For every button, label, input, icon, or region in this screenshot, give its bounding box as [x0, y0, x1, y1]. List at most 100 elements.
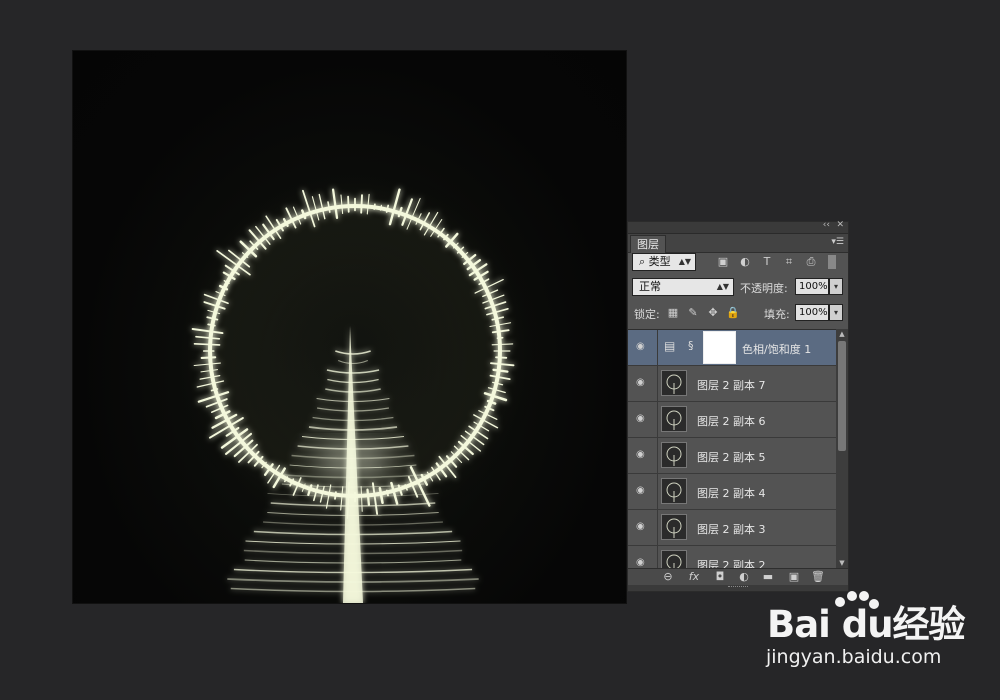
scroll-down-icon[interactable]: ▼ [836, 558, 848, 568]
close-panel-icon[interactable]: ✕ [836, 220, 844, 230]
panel-title-bar[interactable]: ‹‹ ✕ [628, 220, 848, 234]
ring-spike [360, 194, 363, 214]
layer-name: 图层 2 副本 5 [697, 451, 766, 464]
opacity-label: 不透明度: [740, 282, 788, 295]
opacity-slider-button[interactable]: ▾ [829, 278, 843, 295]
lock-transparent-icon[interactable]: ▦ [666, 306, 680, 319]
lock-label: 锁定: [634, 308, 660, 321]
collapse-panel-icon[interactable]: ‹‹ [823, 220, 830, 230]
chevron-updown-icon: ▲▼ [716, 282, 729, 291]
ring-spike [347, 195, 350, 213]
layer-row[interactable]: ◉ 图层 2 副本 4 [628, 474, 836, 510]
adjustment-filter-icon[interactable]: ◐ [738, 255, 752, 269]
lock-position-icon[interactable]: ✥ [706, 306, 720, 319]
thumbnail-ring-preview [666, 446, 682, 466]
visibility-eye-icon[interactable]: ◉ [636, 377, 645, 388]
layer-thumbnail [661, 406, 687, 432]
layer-name: 色相/饱和度 1 [742, 343, 812, 356]
thumbnail-ring-preview [666, 482, 682, 502]
layer-divider [657, 546, 658, 569]
ring-spike [207, 323, 216, 327]
type-filter-icon[interactable]: T [760, 255, 774, 269]
pixel-filter-icon[interactable]: ▣ [716, 255, 730, 269]
ring-spike [495, 356, 508, 359]
lock-image-icon[interactable]: ✎ [686, 306, 700, 319]
panel-tab-row: 图层 ▾☰ [628, 234, 848, 253]
scroll-up-icon[interactable]: ▲ [836, 329, 848, 339]
visibility-eye-icon[interactable]: ◉ [636, 341, 645, 352]
filter-toggle-switch[interactable] [828, 255, 836, 269]
layer-row[interactable]: ◉ 图层 2 副本 6 [628, 402, 836, 438]
filter-row: ⌕ 类型 ▲▼ ▣ ◐ T ⌗ ⎙ [628, 253, 848, 275]
thumbnail-ring-preview [666, 554, 682, 569]
ring-spike [200, 356, 217, 359]
lock-all-icon[interactable]: 🔒 [726, 306, 740, 319]
blend-mode-dropdown[interactable]: 正常 ▲▼ [632, 278, 734, 296]
fill-label: 填充: [764, 308, 790, 321]
layer-row[interactable]: ◉ 图层 2 副本 3 [628, 510, 836, 546]
layers-panel: ‹‹ ✕ 图层 ▾☰ ⌕ 类型 ▲▼ ▣ ◐ T ⌗ ⎙ 正常 ▲▼ 不透明度:… [627, 220, 849, 592]
watermark-brand: Bai du经验 [767, 603, 966, 646]
layer-thumbnail [661, 550, 687, 569]
shape-filter-icon[interactable]: ⌗ [782, 255, 796, 269]
layer-row[interactable]: ◉ 图层 2 副本 7 [628, 366, 836, 402]
layer-mask-thumbnail[interactable] [703, 331, 736, 364]
mask-link-icon[interactable]: § [688, 339, 694, 352]
folder-icon[interactable]: ▬ [760, 570, 776, 583]
chevron-updown-icon: ▲▼ [678, 257, 691, 266]
filter-kind-dropdown[interactable]: ⌕ 类型 ▲▼ [632, 253, 696, 271]
fx-icon[interactable]: fx [686, 570, 702, 583]
ring-spike [385, 489, 389, 497]
layer-divider [657, 402, 658, 438]
thumbnail-ring-preview [666, 518, 682, 538]
search-icon: ⌕ [639, 255, 646, 268]
link-icon[interactable]: ⊖ [660, 570, 676, 583]
adjustment-icon[interactable]: ◐ [736, 570, 752, 583]
ring-spike [380, 204, 382, 211]
visibility-eye-icon[interactable]: ◉ [636, 557, 645, 568]
smart-object-filter-icon[interactable]: ⎙ [804, 255, 818, 269]
layer-row-hue-saturation[interactable]: ◉ ▤ § 色相/饱和度 1 [628, 330, 836, 366]
visibility-eye-icon[interactable]: ◉ [636, 521, 645, 532]
panel-bottom-toolbar: ⊖ fx ◘ ◐ ▬ ▣ 🗑 [628, 568, 848, 585]
watermark-url: jingyan.baidu.com [766, 646, 942, 668]
blend-mode-value: 正常 [639, 280, 661, 293]
trash-icon[interactable]: 🗑 [810, 570, 826, 583]
opacity-input[interactable]: 100% [795, 278, 829, 295]
layer-row[interactable]: ◉ 图层 2 副本 5 [628, 438, 836, 474]
new-layer-icon[interactable]: ▣ [786, 570, 802, 583]
grip-dots [728, 586, 748, 589]
layer-thumbnail [661, 442, 687, 468]
visibility-eye-icon[interactable]: ◉ [636, 449, 645, 460]
layer-divider [657, 438, 658, 474]
fill-input[interactable]: 100% [795, 304, 829, 321]
layer-name: 图层 2 副本 7 [697, 379, 766, 392]
ring-spike [373, 203, 376, 210]
layer-name: 图层 2 副本 4 [697, 487, 766, 500]
layer-divider [657, 366, 658, 402]
layer-divider [657, 510, 658, 546]
visibility-eye-icon[interactable]: ◉ [636, 413, 645, 424]
baidu-jingyan-watermark: Bai du经验 jingyan.baidu.com [762, 588, 966, 678]
thumbnail-ring-preview [666, 410, 682, 430]
layer-thumbnail [661, 370, 687, 396]
visibility-eye-icon[interactable]: ◉ [636, 485, 645, 496]
glowing-ring-artwork [165, 161, 545, 603]
ring-spike [193, 342, 221, 346]
hue-saturation-adjustment-icon: ▤ [664, 339, 676, 353]
scrollbar-thumb[interactable] [838, 341, 846, 451]
lock-row: 锁定: ▦ ✎ ✥ 🔒 填充: 100% ▾ [628, 304, 848, 324]
fill-slider-button[interactable]: ▾ [829, 304, 843, 321]
ring-spike [496, 336, 504, 340]
layer-name: 图层 2 副本 3 [697, 523, 766, 536]
panel-menu-icon[interactable]: ▾☰ [831, 237, 844, 247]
layer-divider [657, 330, 658, 366]
layer-list-scrollbar[interactable]: ▲ ▼ [836, 329, 848, 568]
layer-row[interactable]: ◉ 图层 2 副本 2 [628, 546, 836, 569]
ring-spike [366, 488, 371, 507]
tab-layers[interactable]: 图层 [630, 235, 666, 253]
mask-icon[interactable]: ◘ [712, 570, 728, 583]
layer-list[interactable]: ◉ ▤ § 色相/饱和度 1 ◉ 图层 2 副本 7 ◉ 图层 2 副本 6 ◉… [628, 329, 836, 569]
document-canvas[interactable] [73, 51, 626, 603]
blend-row: 正常 ▲▼ 不透明度: 100% ▾ [628, 278, 848, 298]
